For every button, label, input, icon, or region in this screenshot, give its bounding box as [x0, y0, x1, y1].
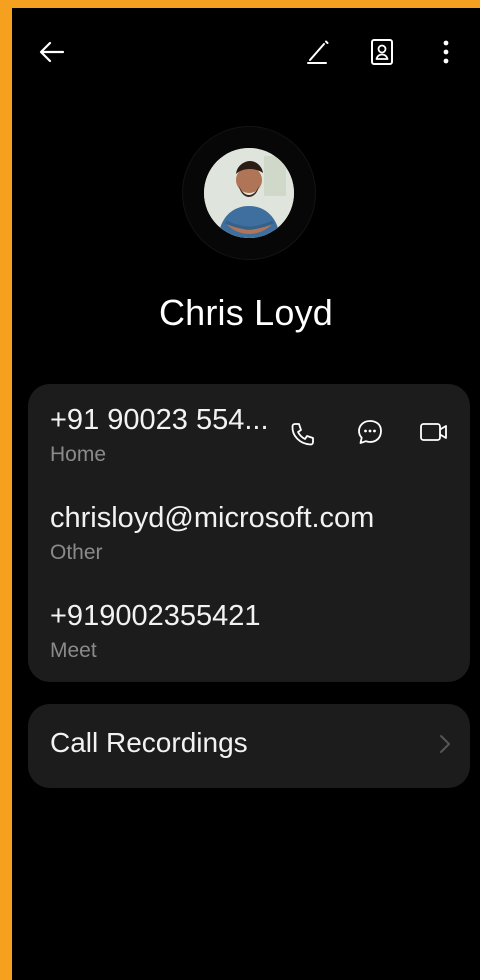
edit-pencil-icon — [304, 38, 332, 71]
contact-card-icon — [369, 38, 395, 71]
email-address: chrisloyd@microsoft.com — [50, 502, 375, 534]
phone-number: +91 90023 554... — [50, 404, 269, 436]
email-type-label: Other — [50, 541, 103, 564]
email-entry[interactable]: chrisloyd@microsoft.com Other — [50, 502, 374, 565]
meet-entry[interactable]: +919002355421 Meet — [50, 600, 260, 663]
phone-icon — [288, 420, 316, 453]
arrow-left-icon — [37, 37, 67, 72]
phone-type-label: Home — [50, 443, 107, 466]
back-button[interactable] — [30, 32, 74, 76]
chevron-right-icon — [438, 732, 452, 761]
contact-info-card: +91 90023 554... Home chrisloyd@microsof… — [28, 384, 470, 682]
message-button[interactable] — [350, 414, 390, 454]
contact-name: Chris Loyd — [158, 292, 334, 333]
call-recordings-label: Call Recordings — [50, 727, 248, 758]
meet-type-label: Meet — [50, 639, 97, 662]
edit-button[interactable] — [296, 32, 340, 76]
contact-detail-screen: Chris Loyd +91 90023 554... Home chrislo… — [12, 8, 480, 980]
meet-number: +919002355421 — [50, 600, 261, 632]
contact-avatar-container — [182, 126, 316, 260]
video-icon — [418, 418, 450, 451]
call-button[interactable] — [282, 416, 322, 456]
phone-entry-home[interactable]: +91 90023 554... Home — [50, 404, 269, 467]
top-app-bar — [12, 8, 480, 98]
message-icon — [355, 417, 385, 452]
more-options-button[interactable] — [424, 32, 468, 76]
avatar — [204, 148, 294, 238]
contact-card-button[interactable] — [360, 32, 404, 76]
call-recordings-row[interactable]: Call Recordings — [28, 704, 470, 788]
video-call-button[interactable] — [414, 414, 454, 454]
more-vertical-icon — [441, 38, 451, 71]
